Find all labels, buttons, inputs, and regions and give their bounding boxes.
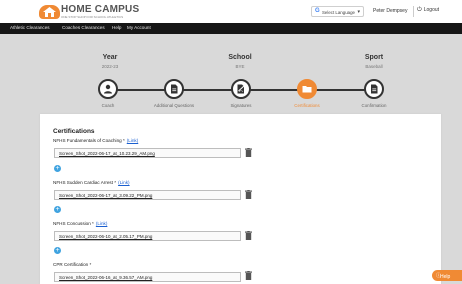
nav-coaches-clearances[interactable]: Coaches Clearances (62, 25, 105, 30)
sport-heading: Sport (364, 54, 384, 61)
cert-question-cpr: CPR Certification * (53, 262, 91, 267)
logout-button[interactable]: ⏻ Logout (417, 7, 439, 14)
help-label: ⓘ Help (436, 273, 451, 280)
language-select[interactable]: G Select Language ▾ (311, 6, 364, 17)
file-field[interactable]: Screen_Shot_2022-06-16_at_9.36.57_AM.png (54, 272, 241, 282)
nav-athletic-clearances[interactable]: Athletic Clearances (10, 25, 50, 30)
file-name-link[interactable]: Screen_Shot_2022-06-10_at_2.05.17_PM.png (59, 234, 152, 239)
trash-icon[interactable] (245, 231, 252, 240)
help-button[interactable]: ⓘ Help (432, 270, 462, 281)
top-header: HOME CAMPUS ONE STOP SHOP FOR SCHOOL ATH… (0, 0, 462, 23)
cert-label: NFHS Fundamentals of Coaching * (53, 138, 125, 143)
step-label-additional-questions: Additional Questions (153, 103, 195, 108)
trash-icon[interactable] (245, 271, 252, 280)
page: HOME CAMPUS ONE STOP SHOP FOR SCHOOL ATH… (0, 0, 462, 284)
document-icon (371, 84, 378, 94)
step-label-confirmation: Confirmation (361, 103, 387, 108)
file-name-link[interactable]: Screen_Shot_2022-06-17_at_10.23.29_AM.pn… (59, 151, 155, 156)
plus-icon: + (55, 164, 60, 172)
plus-icon: + (55, 205, 60, 213)
school-value: BYE (235, 64, 245, 69)
step-label-signatures: Signatures (230, 103, 252, 108)
logout-label: Logout (423, 7, 440, 13)
cert-link[interactable]: (Link) (118, 180, 130, 185)
cert-question-fundamentals: NFHS Fundamentals of Coaching * (Link) (53, 138, 138, 143)
file-name-link[interactable]: Screen_Shot_2022-06-16_at_9.36.57_AM.png (59, 275, 152, 280)
brand-tagline: ONE STOP SHOP FOR SCHOOL ATHLETICS (61, 15, 124, 19)
cert-question-cardiac: NFHS Sudden Cardiac Arrest * (Link) (53, 180, 130, 185)
cert-label: NFHS Sudden Cardiac Arrest * (53, 180, 117, 185)
school-heading: School (228, 54, 252, 61)
help-text: Help (440, 274, 451, 280)
cert-question-concussion: NFHS Concussion * (Link) (53, 221, 107, 226)
google-icon: G (315, 8, 320, 14)
cert-label: NFHS Concussion * (53, 221, 94, 226)
plus-icon: + (55, 246, 60, 254)
step-coach[interactable] (98, 79, 118, 99)
step-confirmation[interactable] (364, 79, 384, 99)
chevron-down-icon: ▾ (357, 9, 360, 15)
signature-icon (237, 84, 246, 94)
file-name-link[interactable]: Screen_Shot_2022-06-17_at_3.09.22_PM.png (59, 193, 152, 198)
main-nav: Athletic Clearances Coaches Clearances H… (0, 23, 462, 34)
user-name[interactable]: Peter Dempsey (373, 8, 407, 14)
nav-help[interactable]: Help (112, 25, 121, 30)
cert-link[interactable]: (Link) (96, 221, 108, 226)
step-label-certifications: Certifications (294, 103, 320, 108)
step-certifications[interactable] (297, 79, 317, 99)
home-campus-logo-icon[interactable] (39, 5, 60, 19)
folder-icon (302, 86, 312, 93)
nav-my-account[interactable]: My Account (127, 25, 151, 30)
brand-name[interactable]: HOME CAMPUS (61, 4, 139, 15)
user-icon (104, 84, 112, 94)
file-field[interactable]: Screen_Shot_2022-06-17_at_3.09.22_PM.png (54, 190, 241, 200)
sport-value: Baseball (365, 64, 383, 69)
cert-label: CPR Certification * (53, 262, 92, 267)
step-label-coach: Coach (101, 103, 115, 108)
step-signatures[interactable] (231, 79, 251, 99)
trash-icon[interactable] (245, 190, 252, 199)
cert-link[interactable]: (Link) (127, 138, 139, 143)
header-divider (413, 6, 414, 17)
file-field[interactable]: Screen_Shot_2022-06-17_at_10.23.29_AM.pn… (54, 148, 241, 158)
year-heading: Year (102, 54, 118, 61)
card-title: Certifications (53, 128, 95, 135)
file-field[interactable]: Screen_Shot_2022-06-10_at_2.05.17_PM.png (54, 231, 241, 241)
add-file-button[interactable]: + (54, 206, 61, 213)
add-file-button[interactable]: + (54, 165, 61, 172)
language-select-label: Select Language (322, 9, 355, 15)
add-file-button[interactable]: + (54, 247, 61, 254)
power-icon: ⏻ (417, 7, 422, 13)
document-icon (171, 84, 178, 94)
year-value: 2022-23 (101, 64, 119, 69)
step-additional-questions[interactable] (164, 79, 184, 99)
certifications-card: Certifications NFHS Fundamentals of Coac… (40, 114, 441, 284)
trash-icon[interactable] (245, 148, 252, 157)
